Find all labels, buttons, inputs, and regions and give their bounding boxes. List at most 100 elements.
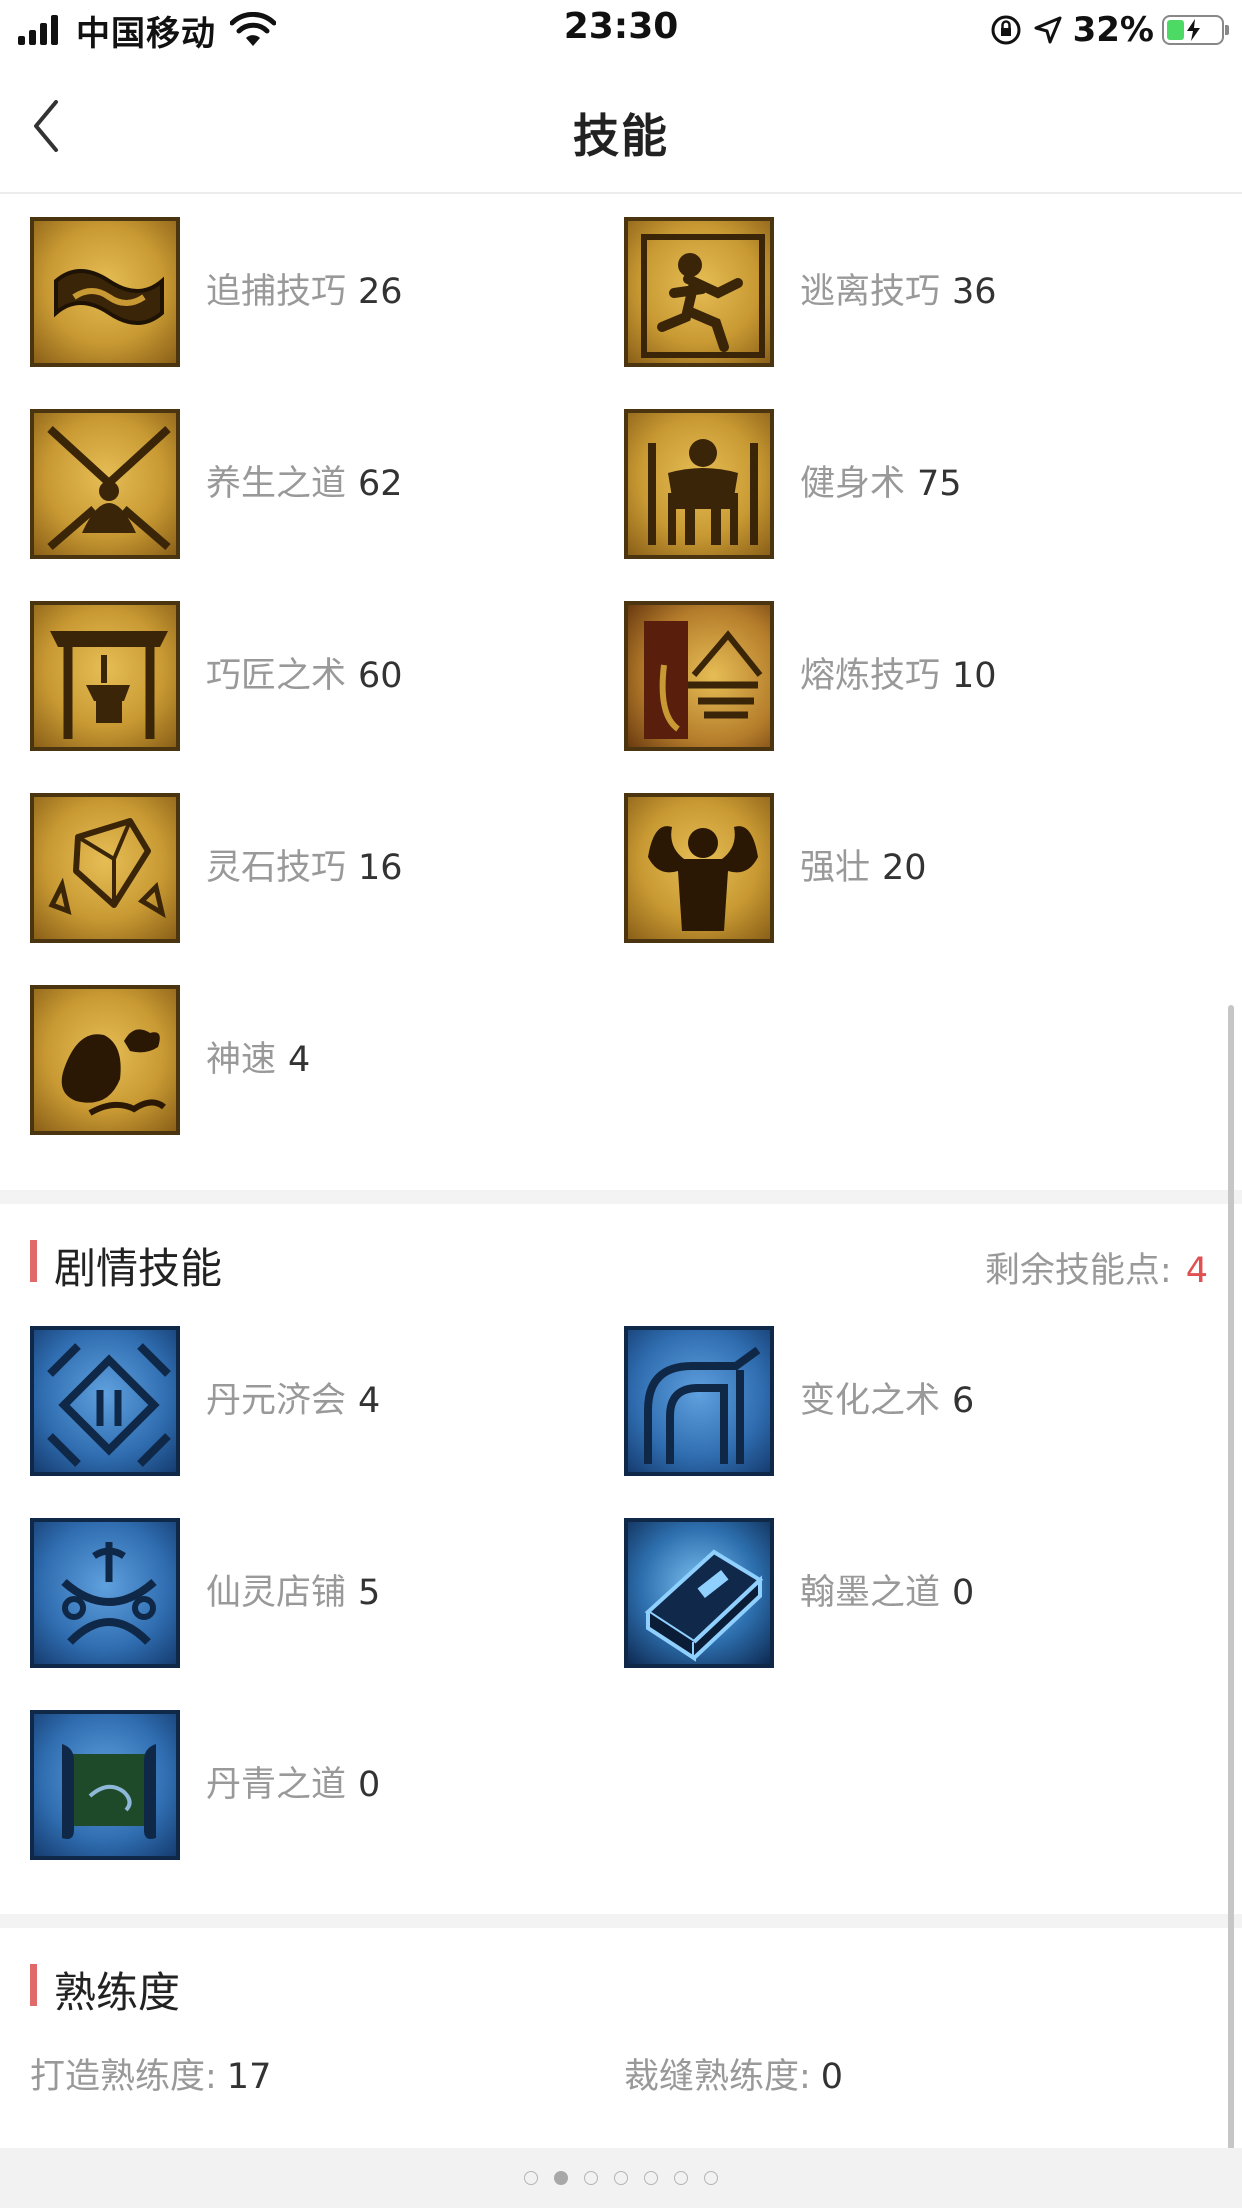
proficiency-header: 熟练度 bbox=[0, 1956, 1242, 2017]
story-skill-item[interactable]: 仙灵店铺 5 bbox=[30, 1518, 590, 1668]
pattern-icon bbox=[30, 1326, 180, 1476]
skill-item-smelt[interactable]: 熔炼技巧 10 bbox=[624, 601, 1184, 751]
section-accent-bar bbox=[30, 1964, 37, 2006]
proficiency-label: 打造熟练度: bbox=[30, 2057, 217, 2097]
story-skill-item[interactable]: 丹青之道 0 bbox=[30, 1710, 590, 1860]
page-dot[interactable] bbox=[674, 2171, 688, 2185]
battery-icon bbox=[1162, 15, 1229, 45]
strongman-icon bbox=[624, 793, 774, 943]
skill-item-speed[interactable]: 神速 4 bbox=[30, 985, 590, 1135]
skill-name: 强壮 bbox=[800, 848, 871, 888]
section-divider bbox=[0, 1914, 1242, 1928]
proficiency-item: 打造熟练度: 17 bbox=[30, 2048, 271, 2099]
skill-level: 0 bbox=[952, 1573, 975, 1613]
battery-percent: 32% bbox=[1072, 10, 1154, 50]
meditation-icon bbox=[30, 409, 180, 559]
skill-label: 追捕技巧 26 bbox=[206, 269, 403, 315]
points-label: 剩余技能点: bbox=[984, 1251, 1172, 1291]
story-skill-item[interactable]: 丹元济会 4 bbox=[30, 1326, 590, 1476]
proficiency-item: 裁缝熟练度: 0 bbox=[624, 2048, 843, 2099]
chain-icon bbox=[30, 217, 180, 367]
section-divider bbox=[0, 1190, 1242, 1204]
shop-icon bbox=[30, 1518, 180, 1668]
skill-name: 丹青之道 bbox=[206, 1765, 347, 1805]
skill-label: 仙灵店铺 5 bbox=[206, 1570, 380, 1616]
page-dot[interactable] bbox=[704, 2171, 718, 2185]
skill-level: 4 bbox=[358, 1381, 381, 1421]
skill-label: 翰墨之道 0 bbox=[800, 1570, 974, 1616]
skill-level: 20 bbox=[882, 848, 927, 888]
skill-name: 追捕技巧 bbox=[206, 272, 347, 312]
running-figure-icon bbox=[624, 217, 774, 367]
page-dot[interactable] bbox=[614, 2171, 628, 2185]
skill-name: 健身术 bbox=[800, 464, 906, 504]
skill-name: 变化之术 bbox=[800, 1381, 941, 1421]
cloud-icon bbox=[30, 985, 180, 1135]
page-dot[interactable] bbox=[644, 2171, 658, 2185]
section-title: 剧情技能 bbox=[54, 1244, 223, 1293]
skill-label: 变化之术 6 bbox=[800, 1378, 974, 1424]
skill-label: 神速 4 bbox=[206, 1037, 310, 1083]
skill-label: 巧匠之术 60 bbox=[206, 653, 403, 699]
skill-item-escape[interactable]: 逃离技巧 36 bbox=[624, 217, 1184, 367]
points-value: 4 bbox=[1185, 1251, 1208, 1291]
skill-level: 6 bbox=[952, 1381, 975, 1421]
page-title: 技能 bbox=[573, 109, 669, 163]
furnace-icon bbox=[624, 601, 774, 751]
nav-bar: 技能 bbox=[0, 58, 1242, 194]
page-dot[interactable] bbox=[584, 2171, 598, 2185]
skill-label: 丹元济会 4 bbox=[206, 1378, 380, 1424]
skill-label: 灵石技巧 16 bbox=[206, 845, 403, 891]
skill-item-strong[interactable]: 强壮 20 bbox=[624, 793, 1184, 943]
book-icon bbox=[624, 1518, 774, 1668]
skill-item-health[interactable]: 养生之道 62 bbox=[30, 409, 590, 559]
skill-name: 逃离技巧 bbox=[800, 272, 941, 312]
skill-label: 健身术 75 bbox=[800, 461, 962, 507]
anvil-icon bbox=[30, 601, 180, 751]
page-dot-active[interactable] bbox=[554, 2171, 568, 2185]
status-bar: 中国移动 23:30 32% bbox=[0, 0, 1242, 58]
story-skill-item[interactable]: 变化之术 6 bbox=[624, 1326, 1184, 1476]
skill-level: 36 bbox=[952, 272, 997, 312]
skill-name: 神速 bbox=[206, 1040, 277, 1080]
skill-name: 熔炼技巧 bbox=[800, 656, 941, 696]
proficiency-row: 打造熟练度: 17 裁缝熟练度: 0 bbox=[0, 2048, 1242, 2098]
status-right: 32% bbox=[989, 8, 1229, 52]
skill-level: 4 bbox=[288, 1040, 311, 1080]
page-dot[interactable] bbox=[524, 2171, 538, 2185]
skill-level: 60 bbox=[358, 656, 403, 696]
skill-level: 0 bbox=[358, 1765, 381, 1805]
proficiency-value: 17 bbox=[226, 2057, 272, 2097]
body-icon bbox=[624, 409, 774, 559]
skill-name: 灵石技巧 bbox=[206, 848, 347, 888]
skill-level: 10 bbox=[952, 656, 997, 696]
skill-name: 巧匠之术 bbox=[206, 656, 347, 696]
scroll-icon bbox=[30, 1710, 180, 1860]
skill-label: 逃离技巧 36 bbox=[800, 269, 997, 315]
section-title: 熟练度 bbox=[54, 1968, 181, 2017]
skill-level: 5 bbox=[358, 1573, 381, 1613]
skill-level: 16 bbox=[358, 848, 403, 888]
story-skills-header: 剧情技能 剩余技能点: 4 bbox=[0, 1232, 1242, 1293]
page-indicator bbox=[0, 2148, 1242, 2208]
skill-label: 强壮 20 bbox=[800, 845, 927, 891]
scrollbar[interactable] bbox=[1228, 1005, 1234, 2155]
skill-label: 养生之道 62 bbox=[206, 461, 403, 507]
skill-item-spirit-stone[interactable]: 灵石技巧 16 bbox=[30, 793, 590, 943]
skill-label: 丹青之道 0 bbox=[206, 1762, 380, 1808]
remaining-points: 剩余技能点: 4 bbox=[985, 1242, 1208, 1293]
skill-level: 62 bbox=[358, 464, 403, 504]
skill-name: 仙灵店铺 bbox=[206, 1573, 347, 1613]
skill-name: 丹元济会 bbox=[206, 1381, 347, 1421]
skill-label: 熔炼技巧 10 bbox=[800, 653, 997, 699]
story-skill-item[interactable]: 翰墨之道 0 bbox=[624, 1518, 1184, 1668]
location-arrow-icon bbox=[1034, 16, 1062, 44]
proficiency-label: 裁缝熟练度: bbox=[624, 2057, 811, 2097]
skill-item-craft[interactable]: 巧匠之术 60 bbox=[30, 601, 590, 751]
skill-item-chase[interactable]: 追捕技巧 26 bbox=[30, 217, 590, 367]
transform-icon bbox=[624, 1326, 774, 1476]
skill-item-fitness[interactable]: 健身术 75 bbox=[624, 409, 1184, 559]
orientation-lock-icon bbox=[991, 15, 1021, 45]
skill-level: 26 bbox=[358, 272, 403, 312]
skill-level: 75 bbox=[917, 464, 962, 504]
